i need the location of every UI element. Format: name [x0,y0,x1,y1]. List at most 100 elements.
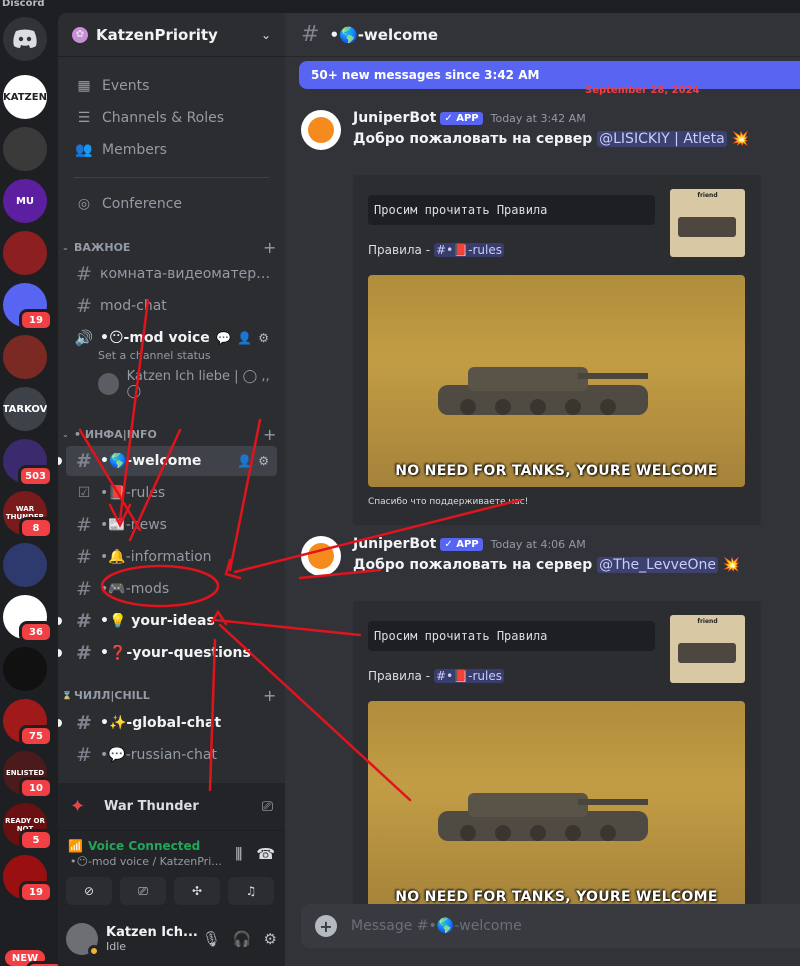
guild-name: KatzenPriority [96,25,218,44]
channel-status[interactable]: Set a channel status [98,349,211,362]
channel-mods[interactable]: # •🎮-mods [66,574,277,604]
voice-panel: 📶 Voice Connected •😶-mod voice / KatzenPr… [58,831,285,911]
signal-icon[interactable]: 📶 [68,839,83,853]
embed-gif[interactable]: NO NEED FOR TANKS, YOURE WELCOME [368,275,745,487]
guild-header[interactable]: ✿ KatzenPriority ⌄ [58,13,285,57]
embed-gif[interactable]: NO NEED FOR TANKS, YOURE WELCOME [368,701,745,913]
mention-badge: 10 [19,777,53,799]
mention-badge: 19 [19,309,53,331]
avatar[interactable] [66,922,100,957]
rules-channel-link[interactable]: #•📕-rules [434,243,504,257]
user-mention[interactable]: @LISICKIY | Atleta [597,131,727,147]
camera-off-button[interactable]: ⊘ [66,877,112,905]
server-icon[interactable]: WAR THUNDER8 [3,491,53,539]
channel-global[interactable]: # •✨-global-chat [58,708,277,738]
channel-russian[interactable]: # •💬-russian-chat [66,740,277,770]
server-icon[interactable] [3,543,47,587]
channel-ideas[interactable]: # •💡 your-ideas [58,606,277,636]
window-title: Discord [2,0,45,9]
thumbnail-title: friend [697,618,718,625]
server-icon[interactable]: 75 [3,699,53,747]
user-panel: Katzen Ich... Idle 🎙 🎧 ⚙ [58,911,285,966]
nav-members[interactable]: 👥 Members [66,135,276,165]
channel-questions[interactable]: # •❓-your-questions [58,638,277,668]
channel-modchat[interactable]: # mod-chat [66,291,277,321]
server-icon[interactable]: 19 [3,855,53,903]
server-rail: NEW KATZENMU19TARKOV503WAR THUNDER83675E… [0,13,64,966]
avatar[interactable] [301,110,341,150]
channel-welcome[interactable]: # •🌎-welcome 👤 ⚙ [58,446,277,476]
app-badge: ✓ APP [440,537,483,551]
new-messages-bar[interactable]: 50+ new messages since 3:42 AM [299,61,800,89]
category-info[interactable]: ⌄ • ИНФА|INFO + [58,425,285,444]
message-author[interactable]: JuniperBot [353,110,436,126]
channel-information[interactable]: # •🔔-information [66,542,277,572]
soundboard-button[interactable]: ♫ [228,877,274,905]
category-important[interactable]: ⌄ ВАЖНОЕ + [58,238,285,257]
server-avatar [3,543,47,587]
nav-channels-roles[interactable]: ☰ Channels & Roles [66,103,276,133]
stream-icon[interactable]: ⎚ [262,799,273,815]
server-icon[interactable]: TARKOV [3,387,47,431]
user-name[interactable]: Katzen Ich... [106,925,202,940]
rules-label: Правила - [368,669,431,683]
nav-conference[interactable]: ◎ Conference [66,189,276,219]
chat-icon[interactable]: 💬 [216,331,231,345]
gear-icon[interactable]: ⚙ [258,331,269,345]
add-channel-icon[interactable]: + [263,425,285,444]
activities-button[interactable]: ✣ [174,877,220,905]
screen-share-button[interactable]: ⎚ [120,877,166,905]
server-icon[interactable]: KATZEN [3,75,47,119]
gear-icon[interactable]: ⚙ [264,930,277,948]
server-icon[interactable]: 19 [3,283,53,331]
server-icon[interactable] [3,335,47,379]
home-button[interactable] [3,17,47,61]
activity-bar[interactable]: ✦ War Thunder ⎚ [58,783,285,831]
headphones-icon[interactable]: 🎧 [233,930,252,948]
rules-channel-link[interactable]: #•📕-rules [434,669,504,683]
category-info-label: • ИНФА|INFO [74,427,157,441]
message-author[interactable]: JuniperBot [353,536,436,552]
thumbnail-title: friend [697,192,718,199]
channel-rules[interactable]: ☑ •📕-rules [66,478,277,508]
server-icon[interactable] [3,647,47,691]
add-channel-icon[interactable]: + [263,238,285,257]
add-attachment-icon[interactable]: + [315,915,337,937]
mention-badge: 5 [19,829,53,851]
discord-logo-icon [3,17,47,61]
user-mention[interactable]: @The_LevveOne [597,557,719,573]
add-channel-icon[interactable]: + [263,686,285,705]
gif-caption: NO NEED FOR TANKS, YOURE WELCOME [395,889,718,905]
server-icon[interactable]: MU [3,179,47,223]
embed-thumbnail[interactable]: friend [670,189,745,257]
server-icon[interactable]: 503 [3,439,53,487]
composer-placeholder[interactable]: Message #•🌎-welcome [351,918,522,934]
server-icon[interactable]: READY OR NOT5 [3,803,53,851]
noise-suppression-icon[interactable]: ⫼ [235,845,242,863]
avatar[interactable] [301,536,341,576]
gear-icon[interactable]: ⚙ [258,454,269,468]
disconnect-icon[interactable]: ☎ [256,845,275,863]
list-icon: ☰ [77,110,91,126]
nav-events[interactable]: ▦ Events [66,71,276,101]
embed-thumbnail[interactable]: friend [670,615,745,683]
channel-news[interactable]: # •📰-news [66,510,277,540]
hash-icon: # [76,744,92,766]
server-icon[interactable]: 36 [3,595,53,643]
rules-label: Правила - [368,243,431,257]
embed: Просим прочитать Правила Правила - #•📕-r… [353,175,761,525]
invite-icon[interactable]: 👤 [237,454,252,468]
microphone-icon[interactable]: 🎙 [202,930,221,948]
category-chill[interactable]: ⌛ ЧИЛЛ|CHILL + [58,686,285,705]
voice-user[interactable]: Katzen Ich liebe | ◯ ,, ◯ [98,369,278,399]
invite-icon[interactable]: 👤 [237,331,252,345]
server-icon[interactable] [3,231,47,275]
server-icon[interactable] [3,127,47,171]
server-icon[interactable]: ENLISTED 10 [3,751,53,799]
message-body: Добро пожаловать на сервер [353,557,598,573]
embed: Просим прочитать Правила Правила - #•📕-r… [353,601,761,941]
tank-image [678,217,736,237]
divider [74,177,269,178]
message-composer[interactable]: + Message #•🌎-welcome [301,904,800,948]
channel-video[interactable]: # комната-видеоматериа... [66,259,277,289]
